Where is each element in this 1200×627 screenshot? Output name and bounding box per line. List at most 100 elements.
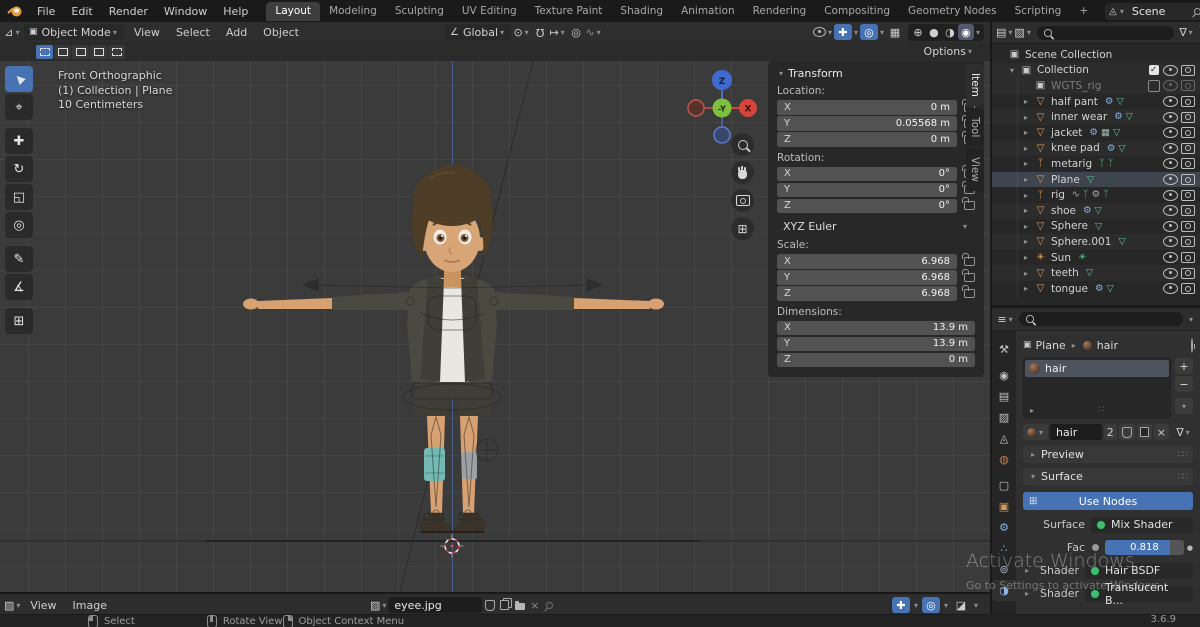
sun-data-icon[interactable]: ☀ [1078, 253, 1087, 263]
euler-mode-dropdown[interactable]: XYZ Euler ▾ [777, 218, 975, 234]
eye-icon[interactable] [1163, 268, 1178, 279]
fake-user-shield-icon[interactable] [482, 598, 497, 613]
item-label[interactable]: metarig [1051, 158, 1092, 170]
eye-icon[interactable] [1163, 80, 1178, 91]
display-channels-icon[interactable]: ◪ [952, 597, 970, 613]
3d-cursor[interactable] [441, 535, 464, 558]
select-mode-subtract[interactable] [72, 45, 89, 59]
tool-add-cube[interactable]: ⊞ [5, 308, 33, 334]
breadcrumb-material[interactable]: hair [1097, 339, 1118, 352]
expand-icon[interactable]: ▸ [1024, 175, 1034, 184]
modifier-wrench-icon[interactable]: ⚙ [1114, 112, 1123, 122]
mesh-data-icon[interactable]: ▽ [1118, 237, 1125, 247]
eye-icon[interactable] [1163, 65, 1178, 76]
Sphere[interactable]: ▸ ▽ Sphere ▽ [992, 219, 1200, 235]
overlays-toggle-icon[interactable]: ◎ [922, 597, 940, 613]
shoe[interactable]: ▸ ▽ shoe ⚙▽ [992, 203, 1200, 219]
options-dropdown[interactable]: Options▾ [924, 45, 974, 58]
workspace-tab[interactable]: Compositing [815, 2, 899, 21]
eye-icon[interactable] [1163, 252, 1178, 263]
item-label[interactable]: Plane [1051, 174, 1080, 186]
tab-physics[interactable]: ⊚ [992, 559, 1016, 580]
item-label[interactable]: Sphere.001 [1051, 236, 1111, 248]
orientation-dropdown[interactable]: ∠ Global ▾ [445, 24, 511, 40]
filter-funnel-icon[interactable]: ∇▾ [1175, 424, 1193, 440]
dimension-field[interactable]: X13.9 m [777, 321, 975, 336]
chevron-down-icon[interactable]: ▾ [944, 601, 948, 610]
Sun[interactable]: ▸ ☀ Sun ☀ [992, 250, 1200, 266]
jacket[interactable]: ▸ ▽ jacket ⚙▦▽ [992, 125, 1200, 141]
chevron-down-icon[interactable]: ▾ [914, 601, 918, 610]
rig[interactable]: ▸ ᛉ rig ∿ᛉ⚙ᛉ [992, 187, 1200, 203]
expand-icon[interactable]: ▸ [1024, 237, 1034, 246]
users-count-button[interactable]: 2 [1104, 424, 1117, 440]
mesh-data-icon[interactable]: ▽ [1095, 206, 1102, 216]
shading-solid-icon[interactable]: ● [926, 24, 942, 40]
pin-icon[interactable] [1190, 4, 1200, 19]
expand-icon[interactable]: ▸ [1024, 191, 1034, 200]
pivot-point-icon[interactable]: ⊙▾ [513, 24, 531, 40]
tongue[interactable]: ▸ ▽ tongue ⚙▽ [992, 281, 1200, 297]
pin-icon[interactable] [1191, 338, 1193, 353]
item-label[interactable]: jacket [1051, 127, 1082, 139]
camera-view-button[interactable] [731, 189, 754, 212]
workspace-tab[interactable]: UV Editing [453, 2, 526, 21]
tab-particles[interactable]: ∴ [992, 538, 1016, 559]
xray-toggle-icon[interactable]: ▦ [886, 24, 904, 40]
menu-item[interactable]: Image [65, 599, 115, 612]
workspace-tab[interactable]: Shading [611, 2, 672, 21]
workspace-tab[interactable]: Animation [672, 2, 744, 21]
outliner-search-input[interactable] [1037, 26, 1174, 40]
fac-slider[interactable]: 0.818 [1105, 540, 1184, 555]
chevron-down-icon[interactable]: ▾ [880, 28, 884, 37]
axis-negx-button[interactable] [688, 100, 704, 116]
half pant[interactable]: ▸ ▽ half pant ⚙▽ [992, 94, 1200, 110]
anim-curve-icon[interactable]: ∿ [1072, 190, 1080, 200]
falloff-curve-icon[interactable]: ∿▾ [585, 24, 603, 40]
viewport-3d[interactable]: Front Orthographic (1) Collection | Plan… [0, 61, 990, 592]
camera-visibility-icon[interactable] [1181, 252, 1195, 263]
rotation-field[interactable]: X0° [777, 167, 957, 182]
camera-visibility-icon[interactable] [1181, 268, 1195, 279]
eye-icon[interactable] [1163, 205, 1178, 216]
menu-item[interactable]: Add [218, 26, 255, 39]
menu-item[interactable]: Help [215, 5, 256, 18]
mesh-data-icon[interactable]: ▽ [1086, 268, 1093, 278]
camera-visibility-icon[interactable] [1181, 190, 1195, 201]
filter-funnel-icon[interactable]: ∇▾ [1178, 25, 1196, 41]
modifier-wrench-icon[interactable]: ⚙ [1107, 144, 1116, 154]
pan-hand-button[interactable] [731, 161, 754, 184]
shading-rendered-icon[interactable]: ◉ [958, 24, 974, 40]
item-label[interactable]: rig [1051, 189, 1065, 201]
modifier-wrench-icon[interactable]: ⚙ [1083, 206, 1092, 216]
display-mode-icon[interactable]: ▤▾ [996, 25, 1014, 41]
menu-item[interactable]: Object [255, 26, 307, 39]
eye-icon[interactable] [1163, 112, 1178, 123]
camera-visibility-icon[interactable] [1181, 65, 1195, 76]
workspace-tab[interactable]: Geometry Nodes [899, 2, 1006, 21]
slot-menu-button[interactable]: ▾ [1175, 398, 1193, 414]
expand-icon[interactable]: ▸ [1025, 589, 1029, 598]
expand-icon[interactable]: ▸ [1024, 113, 1034, 122]
chevron-down-icon[interactable]: ▾ [1120, 7, 1124, 16]
rotation-field[interactable]: Y0° [777, 183, 957, 198]
pose-figure-icon[interactable]: ᛉ [1099, 159, 1105, 169]
expand-icon[interactable]: ▸ [1024, 144, 1034, 153]
outliner-collection[interactable]: ▾ ▣ Collection [992, 63, 1200, 79]
shading-wireframe-icon[interactable]: ⊕ [910, 24, 926, 40]
fake-user-shield-icon[interactable] [1119, 424, 1135, 440]
eye-icon[interactable] [1163, 190, 1178, 201]
eye-icon[interactable] [1163, 236, 1178, 247]
expand-icon[interactable]: ▸ [1024, 206, 1034, 215]
menu-item[interactable]: Edit [63, 5, 100, 18]
eye-icon[interactable] [1163, 96, 1178, 107]
shader1-dropdown[interactable]: Hair BSDF [1085, 563, 1193, 579]
eye-icon[interactable] [1163, 143, 1178, 154]
item-label[interactable]: tongue [1051, 283, 1088, 295]
editor-type-icon[interactable]: ⊿▾ [4, 24, 22, 40]
unlink-icon[interactable]: × [1154, 424, 1169, 440]
mesh-data-icon[interactable]: ▽ [1113, 128, 1120, 138]
workspace-tab[interactable]: Sculpting [386, 2, 453, 21]
tab-collection[interactable]: ▢ [992, 475, 1016, 496]
vertex-group-icon[interactable]: ▦ [1101, 128, 1110, 138]
